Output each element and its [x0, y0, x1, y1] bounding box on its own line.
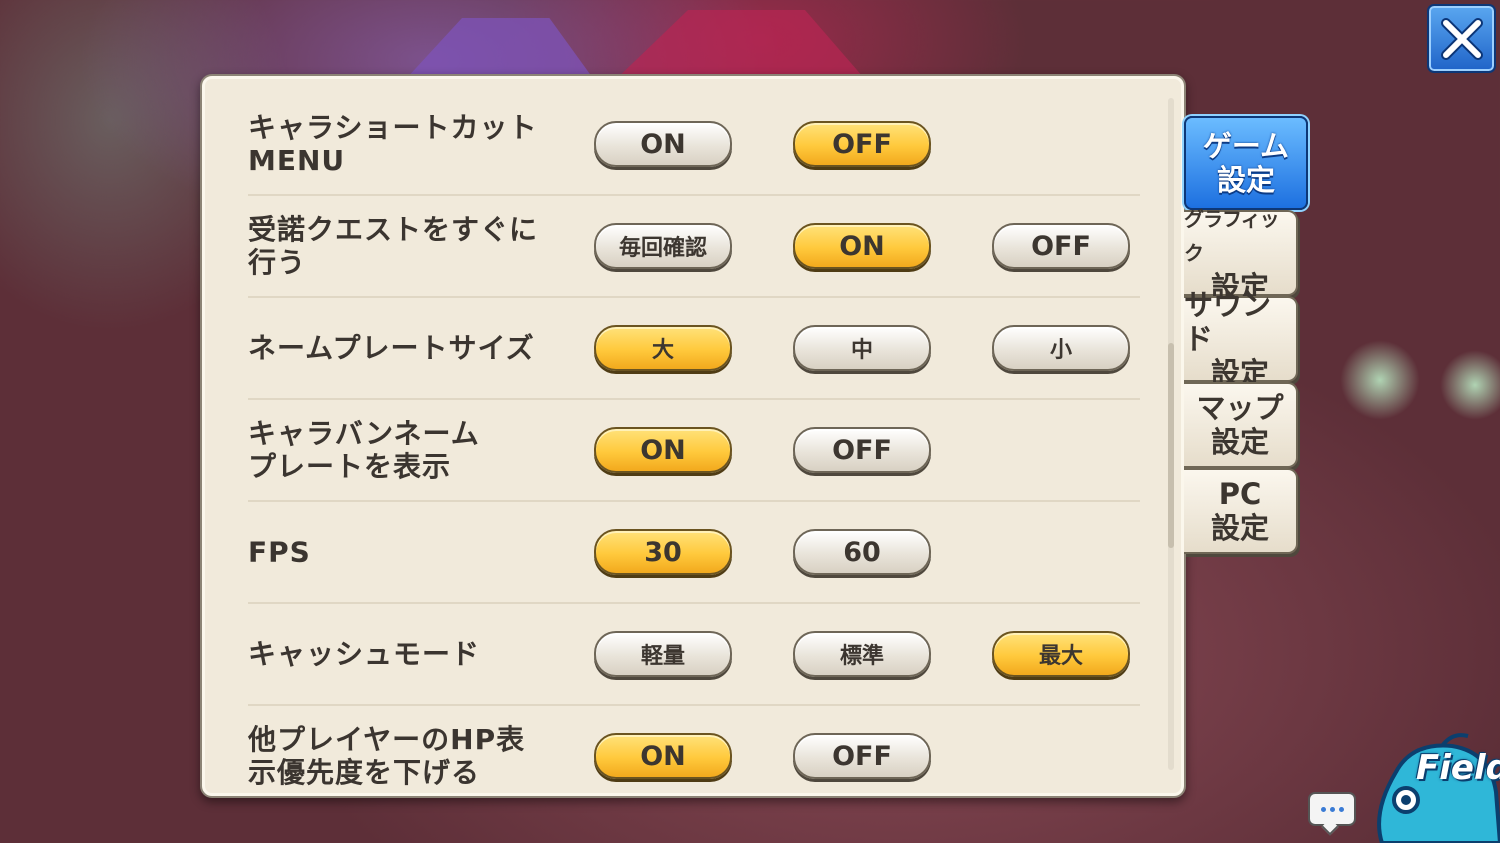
- setting-row: キャラバンネーム プレートを表示 ON OFF: [248, 400, 1140, 502]
- tab-1[interactable]: グラフィック 設定: [1184, 207, 1298, 304]
- chat-dot: [1329, 806, 1335, 812]
- tab-3[interactable]: マップ 設定: [1184, 382, 1298, 468]
- option-button[interactable]: ON: [594, 427, 732, 473]
- option-button[interactable]: 標準: [793, 631, 931, 677]
- option-button[interactable]: 60: [793, 529, 931, 575]
- tab-label-line2: 設定: [1216, 163, 1275, 197]
- setting-label: ネームプレートサイズ: [248, 331, 535, 365]
- option-button[interactable]: OFF: [992, 223, 1130, 269]
- settings-list: キャラショートカット MENU ON OFF 受諾クエストをすぐに 行う 毎回確認 ON O…: [248, 94, 1140, 806]
- option-button[interactable]: ON: [793, 223, 931, 269]
- option-button[interactable]: 小: [992, 325, 1130, 371]
- option-button[interactable]: OFF: [793, 733, 931, 779]
- settings-panel: キャラショートカット MENU ON OFF 受諾クエストをすぐに 行う 毎回確認 ON O…: [200, 74, 1186, 798]
- tab-label-line1: グラフィック: [1184, 207, 1280, 265]
- setting-row: 受諾クエストをすぐに 行う 毎回確認 ON OFF: [248, 196, 1140, 298]
- setting-row: ネームプレートサイズ 大 中 小: [248, 298, 1140, 400]
- tab-label-line1: ゲーム: [1202, 129, 1290, 163]
- setting-label: キャラバンネーム プレートを表示: [248, 417, 480, 483]
- setting-row: キャラショートカット MENU ON OFF: [248, 94, 1140, 196]
- chat-dot: [1338, 806, 1344, 812]
- scrollbar-thumb[interactable]: [1168, 343, 1174, 548]
- option-button[interactable]: OFF: [793, 427, 931, 473]
- field-button-label: Field: [1416, 748, 1500, 788]
- close-x-icon: [1440, 17, 1483, 60]
- tab-label-line2: 設定: [1210, 425, 1269, 459]
- option-button[interactable]: 大: [594, 325, 732, 371]
- setting-label: キャラショートカット MENU: [248, 111, 538, 177]
- option-button[interactable]: 30: [594, 529, 732, 575]
- setting-label: 受諾クエストをすぐに 行う: [248, 213, 539, 279]
- chat-bubble-icon: [1320, 806, 1326, 812]
- tab-4[interactable]: PC 設定: [1184, 468, 1298, 554]
- option-button[interactable]: ON: [594, 733, 732, 779]
- setting-label: 他プレイヤーのHP表 示優先度を下げる: [248, 723, 526, 789]
- background-light: [1340, 340, 1420, 420]
- scrollbar[interactable]: [1168, 98, 1174, 770]
- setting-row: キャッシュモード 軽量 標準 最大: [248, 604, 1140, 706]
- setting-label: FPS: [248, 535, 311, 569]
- option-button[interactable]: ON: [594, 121, 732, 167]
- tab-0[interactable]: ゲーム 設定: [1184, 116, 1308, 210]
- background-light: [1440, 350, 1500, 420]
- tab-label-line1: マップ: [1196, 391, 1284, 425]
- option-button[interactable]: 最大: [992, 631, 1130, 677]
- chat-button[interactable]: [1308, 792, 1356, 826]
- option-button[interactable]: OFF: [793, 121, 931, 167]
- tab-label-line1: サウンド: [1184, 288, 1272, 356]
- setting-row: FPS 30 60: [248, 502, 1140, 604]
- option-button[interactable]: 軽量: [594, 631, 732, 677]
- tab-2[interactable]: サウンド 設定: [1184, 288, 1298, 390]
- close-button[interactable]: [1427, 4, 1496, 73]
- setting-row: 他プレイヤーのHP表 示優先度を下げる ON OFF: [248, 706, 1140, 806]
- tab-label-line2: 設定: [1210, 511, 1269, 545]
- option-button[interactable]: 中: [793, 325, 931, 371]
- setting-label: キャッシュモード: [248, 637, 481, 671]
- tab-label-line1: PC: [1218, 477, 1262, 511]
- option-button[interactable]: 毎回確認: [594, 223, 732, 269]
